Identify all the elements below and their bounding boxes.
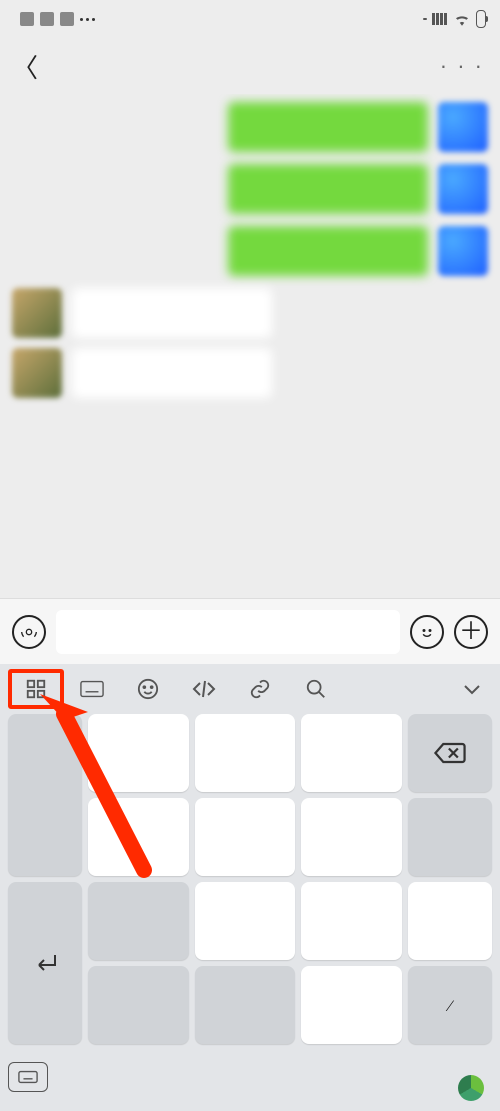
avatar[interactable] (12, 348, 62, 398)
wifi-icon (453, 12, 471, 26)
notif-icon (40, 12, 54, 26)
more-icon[interactable]: · · · (440, 53, 484, 79)
sent-message[interactable] (12, 164, 488, 214)
message-bubble (228, 164, 428, 214)
grid-menu-button[interactable] (8, 669, 64, 709)
key-2[interactable] (195, 714, 296, 792)
signal-icon (432, 13, 448, 25)
key-at-q[interactable] (88, 882, 189, 960)
avatar[interactable] (438, 102, 488, 152)
keyboard-switch-icon[interactable] (8, 1062, 48, 1092)
search-icon[interactable] (288, 669, 344, 709)
avatar[interactable] (438, 164, 488, 214)
link-icon[interactable] (232, 669, 288, 709)
key-5[interactable] (195, 798, 296, 876)
keyboard-body: ⁄ (0, 714, 500, 1111)
sent-message[interactable] (12, 226, 488, 276)
zhongying-label: ⁄ (449, 996, 452, 1015)
key-space[interactable] (301, 966, 402, 1044)
battery-icon (476, 10, 486, 28)
more-notif-icon (80, 18, 95, 21)
key-6[interactable] (301, 798, 402, 876)
avatar[interactable] (12, 288, 62, 338)
message-input[interactable] (56, 610, 400, 654)
keyboard: ⁄ (0, 664, 500, 1111)
key-123[interactable] (195, 966, 296, 1044)
key-8[interactable] (301, 882, 402, 960)
keyboard-layout-icon[interactable] (64, 669, 120, 709)
key-backspace[interactable] (408, 714, 492, 792)
keyboard-bottom-row (8, 1050, 492, 1100)
watermark-logo (458, 1075, 490, 1101)
emoji-icon[interactable] (410, 615, 444, 649)
chevron-down-icon[interactable] (452, 669, 492, 709)
key-zhongying[interactable]: ⁄ (408, 966, 492, 1044)
notif-icon (20, 12, 34, 26)
logo-icon (458, 1075, 484, 1101)
key-7[interactable] (195, 882, 296, 960)
plus-icon[interactable]: ＋ (454, 615, 488, 649)
key-1[interactable] (88, 714, 189, 792)
sent-message[interactable] (12, 102, 488, 152)
status-bar (0, 0, 500, 38)
code-icon[interactable] (176, 669, 232, 709)
key-enter[interactable] (8, 882, 82, 1044)
notif-icon (60, 12, 74, 26)
avatar[interactable] (438, 226, 488, 276)
hd-badge (423, 18, 427, 20)
key-9[interactable] (408, 882, 492, 960)
voice-icon[interactable] (12, 615, 46, 649)
received-message[interactable] (12, 348, 488, 398)
keyboard-toolbar (0, 664, 500, 714)
emoji-toolbar-icon[interactable] (120, 669, 176, 709)
key-3[interactable] (301, 714, 402, 792)
received-message[interactable] (12, 288, 488, 338)
input-bar: ＋ (0, 598, 500, 664)
message-bubble (228, 102, 428, 152)
key-fu[interactable] (88, 966, 189, 1044)
chat-area[interactable] (0, 94, 500, 598)
key-4[interactable] (88, 798, 189, 876)
message-bubble (228, 226, 428, 276)
key-comma[interactable] (8, 714, 82, 876)
message-bubble (72, 348, 272, 398)
back-icon[interactable]: 〈 (12, 48, 38, 85)
key-chongshu[interactable] (408, 798, 492, 876)
chat-navbar: 〈 · · · (0, 38, 500, 94)
message-bubble (72, 288, 272, 338)
